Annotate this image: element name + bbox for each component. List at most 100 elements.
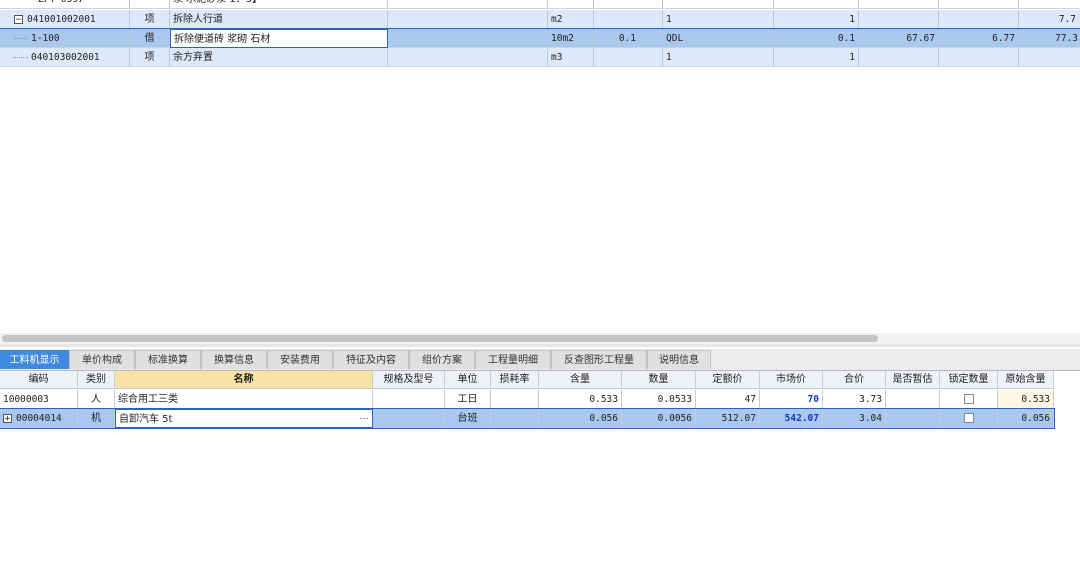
cell-quantity[interactable]: 0.0056	[622, 409, 696, 428]
cell-code-text: 00004014	[16, 413, 62, 424]
cell-lock-qty	[940, 390, 998, 409]
cell-loss-rate[interactable]	[491, 409, 539, 428]
row-name[interactable]: 拆除人行道	[170, 10, 388, 29]
row-price2: 6.77	[939, 29, 1019, 48]
row-price	[859, 48, 939, 67]
cell-quota-price: 512.07	[696, 409, 760, 428]
table-row-selected[interactable]: +00004014 机 自卸汽车 5t ··· 台班 0.056 0.0056 …	[0, 408, 1055, 429]
col-header-provisional[interactable]: 是否暂估	[886, 371, 940, 389]
row-total	[1019, 48, 1080, 67]
col-header-content[interactable]: 含量	[539, 371, 622, 389]
collapse-icon[interactable]: −	[14, 15, 23, 25]
col-header-original-content[interactable]: 原始含量	[998, 371, 1054, 389]
row-amount: 0.1	[774, 29, 859, 48]
row-code-cell: 040103002001	[0, 48, 130, 67]
col-header-quantity[interactable]: 数量	[622, 371, 696, 389]
detail-tabbar: 工料机显示 单价构成 标准换算 换算信息 安装费用 特征及内容 组价方案 工程量…	[0, 349, 1080, 371]
cell-content[interactable]: 0.056	[539, 409, 622, 428]
row-formula[interactable]: 1	[663, 10, 774, 29]
table-row-selected[interactable]: 1-100 借 拆除便道砖 浆砌 石材 10m2 0.1 QDL 0.1 67.…	[0, 28, 1080, 49]
row-price2	[939, 10, 1019, 29]
tab-graphic-quantity[interactable]: 反查图形工程量	[551, 350, 647, 369]
row-name: 浆 水泥砂浆 1：3】	[170, 0, 388, 9]
cell-category: 机	[78, 409, 115, 428]
row-type	[130, 0, 170, 9]
row-price2	[939, 48, 1019, 67]
cell-spec[interactable]	[373, 409, 445, 428]
cell-name[interactable]: 综合用工三类	[115, 390, 373, 409]
row-code-cell: −041001002001	[0, 10, 130, 29]
table-row[interactable]: 040103002001 项 余方弃置 m3 1 1	[0, 48, 1080, 67]
row-qty	[594, 10, 663, 29]
row-amount: 1	[774, 48, 859, 67]
row-code: 041001002001	[27, 14, 96, 25]
cell-market-price[interactable]: 70	[760, 390, 823, 409]
row-total: 77.3	[1019, 29, 1080, 48]
col-header-loss-rate[interactable]: 损耗率	[491, 371, 539, 389]
tree-connector	[14, 38, 28, 39]
row-formula[interactable]: QDL	[663, 29, 774, 48]
cell-market-price[interactable]: 542.07	[760, 409, 823, 428]
cell-name-text: 自卸汽车 5t	[119, 414, 173, 425]
cell-lock-qty	[940, 409, 998, 428]
row-formula[interactable]: 1	[663, 48, 774, 67]
quota-grid: ZFY-0397 浆 水泥砂浆 1：3】 −041001002001 项 拆除人…	[0, 0, 1080, 68]
horizontal-scrollbar[interactable]	[0, 333, 1080, 344]
table-row[interactable]: 10000003 人 综合用工三类 工日 0.533 0.0533 47 70 …	[0, 390, 1054, 409]
tab-pricing-scheme[interactable]: 组价方案	[409, 350, 475, 369]
col-header-category[interactable]: 类别	[78, 371, 115, 389]
cell-code: +00004014	[0, 409, 78, 428]
col-header-unit[interactable]: 单位	[445, 371, 491, 389]
lock-quantity-checkbox[interactable]	[963, 394, 974, 404]
col-header-quota-price[interactable]: 定额价	[696, 371, 760, 389]
cell-name-editor[interactable]: 自卸汽车 5t ···	[115, 409, 373, 428]
lock-quantity-checkbox[interactable]	[963, 413, 974, 423]
col-header-spec[interactable]: 规格及型号	[373, 371, 445, 389]
cell-spec[interactable]	[373, 390, 445, 409]
cell-provisional[interactable]	[886, 390, 940, 409]
col-header-name[interactable]: 名称	[115, 371, 373, 389]
row-total: 7.7	[1019, 10, 1080, 29]
cell-code: 10000003	[0, 390, 78, 409]
col-header-code[interactable]: 编码	[0, 371, 78, 389]
row-qty: 0.1	[594, 29, 663, 48]
table-row[interactable]: −041001002001 项 拆除人行道 m2 1 1 7.7	[0, 10, 1080, 29]
cell-provisional[interactable]	[886, 409, 940, 428]
row-code-cell: 1-100	[0, 29, 130, 48]
cell-original-content: 0.056	[998, 409, 1054, 428]
tab-conversion-info[interactable]: 换算信息	[201, 350, 267, 369]
row-price	[859, 10, 939, 29]
tree-connector	[14, 57, 28, 58]
cell-quantity[interactable]: 0.0533	[622, 390, 696, 409]
col-header-market-price[interactable]: 市场价	[760, 371, 823, 389]
col-header-lock-qty[interactable]: 锁定数量	[940, 371, 998, 389]
row-name-editor[interactable]: 拆除便道砖 浆砌 石材	[170, 29, 388, 48]
col-header-total[interactable]: 合价	[823, 371, 886, 389]
tab-description[interactable]: 说明信息	[647, 350, 711, 369]
tab-features[interactable]: 特征及内容	[333, 350, 409, 369]
expand-icon[interactable]: +	[3, 414, 12, 424]
tab-standard-conversion[interactable]: 标准换算	[135, 350, 201, 369]
table-row[interactable]: ZFY-0397 浆 水泥砂浆 1：3】	[0, 0, 1080, 9]
more-options-button[interactable]: ···	[359, 410, 369, 427]
tab-quantity-detail[interactable]: 工程量明细	[475, 350, 551, 369]
panel-splitter[interactable]	[0, 344, 1080, 347]
cell-total: 3.73	[823, 390, 886, 409]
row-type: 借	[130, 29, 170, 48]
cell-total: 3.04	[823, 409, 886, 428]
row-code: 040103002001	[31, 52, 100, 63]
scrollbar-thumb[interactable]	[2, 335, 878, 342]
cell-loss-rate[interactable]	[491, 390, 539, 409]
tab-labor-material-machine[interactable]: 工料机显示	[0, 350, 69, 369]
cell-content[interactable]: 0.533	[539, 390, 622, 409]
tab-unit-price[interactable]: 单价构成	[69, 350, 135, 369]
row-name[interactable]: 余方弃置	[170, 48, 388, 67]
row-amount: 1	[774, 10, 859, 29]
cell-original-content: 0.533	[998, 390, 1054, 409]
cell-category: 人	[78, 390, 115, 409]
row-unit: m2	[548, 10, 594, 29]
tab-install-fee[interactable]: 安装费用	[267, 350, 333, 369]
row-type: 项	[130, 48, 170, 67]
row-qty	[594, 48, 663, 67]
cell-unit: 台班	[445, 409, 491, 428]
